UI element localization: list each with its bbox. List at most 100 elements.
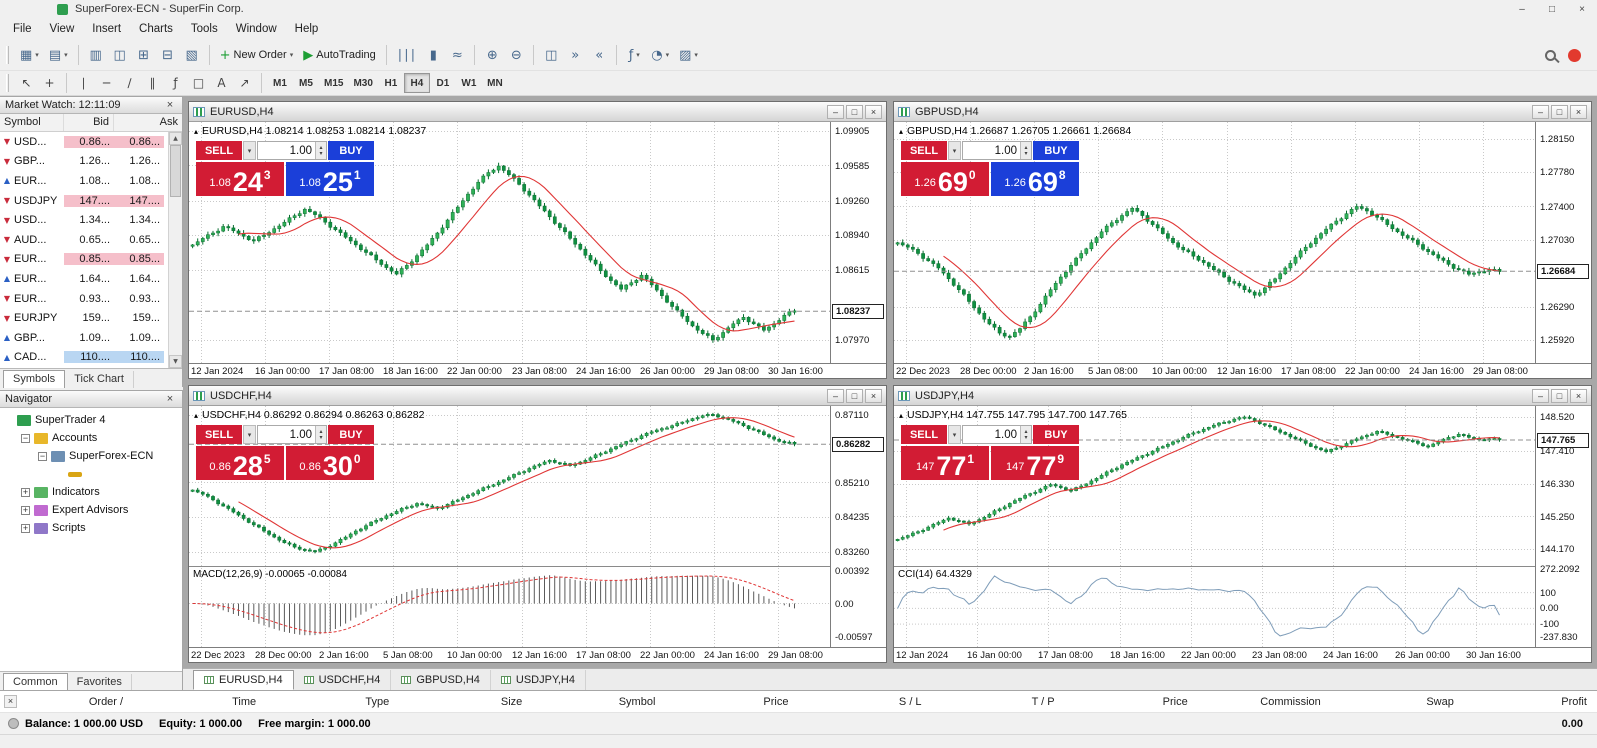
chart-maximize-button[interactable]: □ (846, 104, 863, 119)
market-watch-scrollbar[interactable]: ▲ ▼ (168, 132, 182, 368)
chart-window-titlebar[interactable]: GBPUSD,H4 – □ × (894, 102, 1591, 122)
terminal-toggle-button[interactable]: ⊟ (156, 43, 180, 67)
scroll-down-icon[interactable]: ▼ (169, 355, 182, 368)
buy-button[interactable]: BUY (1033, 141, 1079, 160)
terminal-column-symbol[interactable]: Symbol (532, 696, 665, 708)
terminal-column-type[interactable]: Type (266, 696, 399, 708)
sell-button[interactable]: SELL (901, 141, 947, 160)
navigator-item-scripts[interactable]: + Scripts (0, 519, 182, 537)
templates-button[interactable]: ▨ ▾ (674, 43, 703, 67)
lot-spinner[interactable]: ▴ ▾ (1020, 142, 1031, 159)
timeframe-m30[interactable]: M30 (348, 73, 377, 93)
chart-minimize-button[interactable]: – (827, 104, 844, 119)
menu-help[interactable]: Help (286, 20, 328, 38)
market-watch-row[interactable]: ▲ EUR... 1.08... 1.08... (0, 171, 182, 191)
strategy-tester-button[interactable]: ▧ (180, 43, 204, 67)
chart-plot[interactable]: 1.28150 1.27780 1.27400 1.27030 1.26290 1.259… (894, 122, 1591, 378)
line-chart-button[interactable]: ≈ (445, 43, 469, 67)
bar-chart-button[interactable]: ∣∣∣ (392, 43, 422, 67)
sell-dropdown-icon[interactable]: ▾ (243, 141, 256, 160)
indicators-button[interactable]: ƒ ▾ (622, 43, 646, 67)
oneclick-collapse-icon[interactable]: ▴ (194, 411, 198, 420)
chart-window-titlebar[interactable]: USDCHF,H4 – □ × (189, 386, 886, 406)
oneclick-collapse-icon[interactable]: ▴ (899, 127, 903, 136)
terminal-column-swap[interactable]: Swap (1331, 696, 1464, 708)
chart-close-button[interactable]: × (1570, 104, 1587, 119)
window-minimize-button[interactable]: – (1507, 1, 1537, 17)
timeframe-m15[interactable]: M15 (319, 73, 348, 93)
spin-down-icon[interactable]: ▾ (319, 150, 322, 157)
buy-button[interactable]: BUY (1033, 425, 1079, 444)
chart-maximize-button[interactable]: □ (1551, 388, 1568, 403)
cursor-tool-button[interactable]: ↖ (15, 72, 38, 94)
market-watch-close-icon[interactable]: × (163, 99, 177, 111)
navigator-item-indicators[interactable]: + Indicators (0, 483, 182, 501)
fibonacci-tool-button[interactable]: ƒ (164, 72, 187, 94)
timeframe-d1[interactable]: D1 (430, 73, 456, 93)
zoom-out-button[interactable]: ⊖ (504, 43, 528, 67)
candlestick-chart-button[interactable]: ▮ (421, 43, 445, 67)
collapse-icon[interactable]: − (21, 433, 30, 443)
market-watch-header[interactable]: Market Watch: 12:11:09 × (0, 97, 182, 114)
navigator-item-superforex-ecn[interactable]: − SuperForex-ECN (0, 447, 182, 465)
new-order-button[interactable]: + New Order ▾ (215, 43, 299, 67)
timeframe-mn[interactable]: MN (482, 73, 508, 93)
lot-size-input[interactable]: 1.00 ▴ ▾ (962, 425, 1032, 444)
market-watch-row[interactable]: ▼ USD... 1.34... 1.34... (0, 210, 182, 230)
market-watch-row[interactable]: ▲ EUR... 1.64... 1.64... (0, 269, 182, 289)
terminal-column-order[interactable]: Order / (0, 696, 133, 708)
chart-close-button[interactable]: × (865, 388, 882, 403)
new-chart-button[interactable]: ▦ ▾ (15, 43, 44, 67)
lot-spinner[interactable]: ▴ ▾ (315, 142, 326, 159)
search-icon[interactable] (1545, 49, 1556, 61)
notification-badge[interactable] (1568, 48, 1581, 62)
chart-tab-eurusd-h4[interactable]: EURUSD,H4 (193, 669, 294, 690)
navigator-close-icon[interactable]: × (163, 393, 177, 405)
scroll-up-icon[interactable]: ▲ (169, 132, 182, 145)
terminal-column-size[interactable]: Size (399, 696, 532, 708)
buy-price[interactable]: 0.86 30 0 (286, 446, 374, 480)
lot-spinner[interactable]: ▴ ▾ (315, 426, 326, 443)
terminal-column-price[interactable]: Price (665, 696, 798, 708)
timeframe-h1[interactable]: H1 (378, 73, 404, 93)
data-window-button[interactable]: ◫ (108, 43, 132, 67)
zoom-in-button[interactable]: ⊕ (480, 43, 504, 67)
chart-close-button[interactable]: × (865, 104, 882, 119)
sell-price[interactable]: 0.86 28 5 (196, 446, 284, 480)
timeframe-m5[interactable]: M5 (293, 73, 319, 93)
chart-minimize-button[interactable]: – (1532, 388, 1549, 403)
sell-price[interactable]: 147 77 1 (901, 446, 989, 480)
buy-price[interactable]: 1.26 69 8 (991, 162, 1079, 196)
chart-minimize-button[interactable]: – (1532, 104, 1549, 119)
chart-window-titlebar[interactable]: USDJPY,H4 – □ × (894, 386, 1591, 406)
sell-dropdown-icon[interactable]: ▾ (243, 425, 256, 444)
chart-tab-usdjpy-h4[interactable]: USDJPY,H4 (491, 669, 586, 690)
navigator-tab-common[interactable]: Common (3, 673, 68, 691)
chart-maximize-button[interactable]: □ (1551, 104, 1568, 119)
chart-close-button[interactable]: × (1570, 388, 1587, 403)
market-watch-row[interactable]: ▼ USDJPY 147.... 147.... (0, 191, 182, 211)
market-watch-row[interactable]: ▼ EUR... 0.93... 0.93... (0, 289, 182, 309)
terminal-column-commission[interactable]: Commission (1198, 696, 1331, 708)
chart-shift-button[interactable]: « (587, 43, 611, 67)
spin-down-icon[interactable]: ▾ (1024, 434, 1027, 441)
chart-window-titlebar[interactable]: EURUSD,H4 – □ × (189, 102, 886, 122)
sell-dropdown-icon[interactable]: ▾ (948, 425, 961, 444)
sell-button[interactable]: SELL (196, 141, 242, 160)
terminal-column-profit[interactable]: Profit (1464, 696, 1597, 708)
terminal-close-icon[interactable]: × (4, 695, 17, 708)
market-watch-row[interactable]: ▼ GBP... 1.26... 1.26... (0, 152, 182, 172)
navigator-item-account-key[interactable] (0, 465, 182, 483)
window-close-button[interactable]: × (1567, 1, 1597, 17)
tile-windows-button[interactable]: ◫ (539, 43, 563, 67)
arrows-tool-button[interactable]: ↗ (233, 72, 256, 94)
menu-file[interactable]: File (4, 20, 41, 38)
market-watch-row[interactable]: ▼ EUR... 0.85... 0.85... (0, 250, 182, 270)
chart-tab-usdchf-h4[interactable]: USDCHF,H4 (294, 669, 392, 690)
text-tool-button[interactable]: A (210, 72, 233, 94)
timeframe-h4[interactable]: H4 (403, 73, 430, 93)
sell-button[interactable]: SELL (196, 425, 242, 444)
timeframe-m1[interactable]: M1 (267, 73, 293, 93)
collapse-icon[interactable]: − (38, 451, 47, 461)
spin-down-icon[interactable]: ▾ (1024, 150, 1027, 157)
